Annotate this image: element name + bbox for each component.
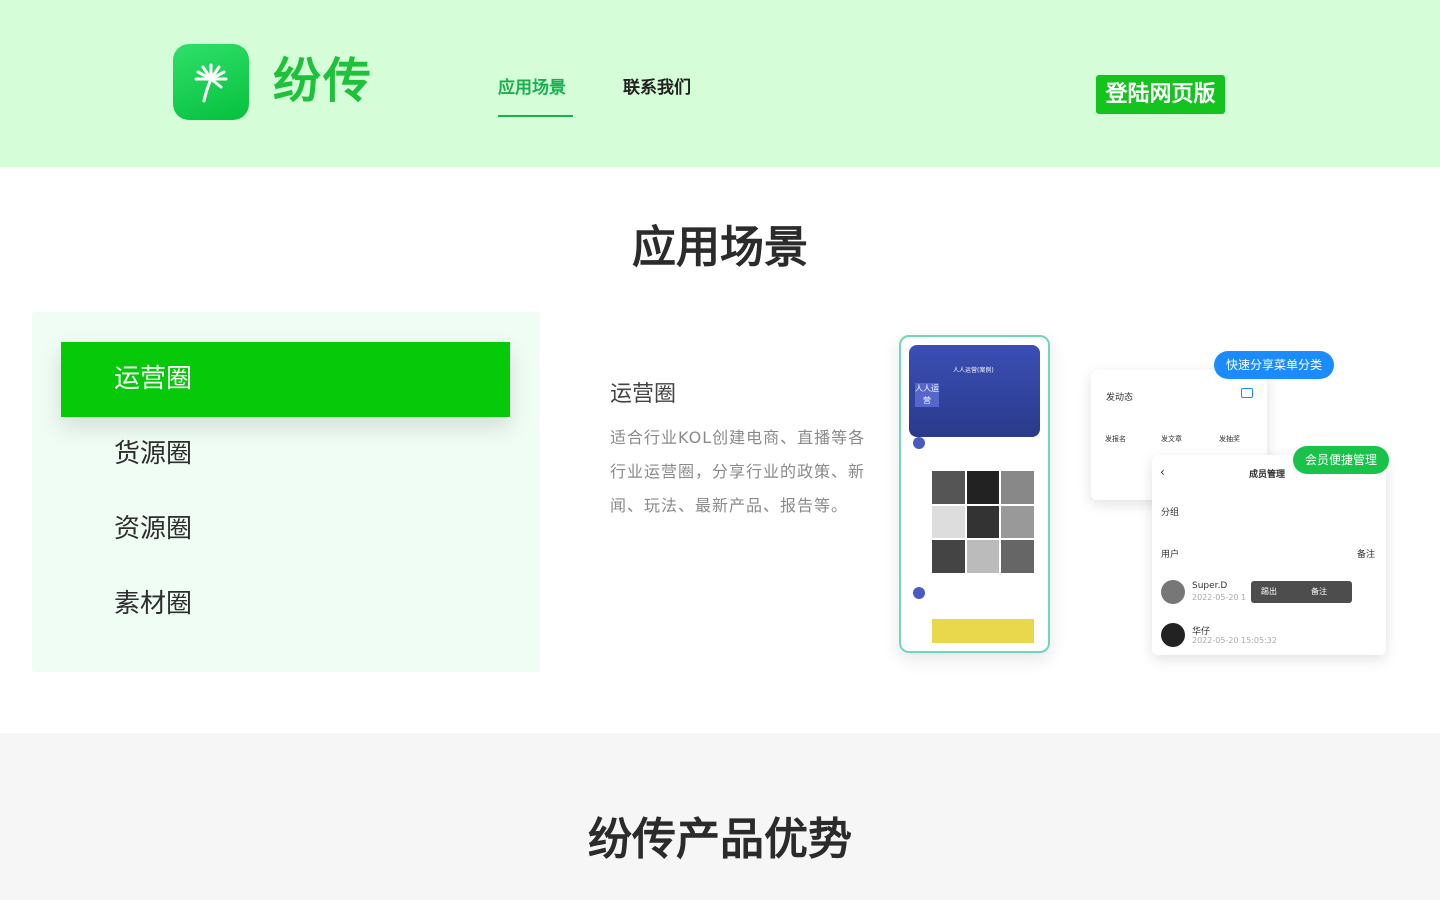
scene-detail-text: 适合行业KOL创建电商、直播等各行业运营圈，分享行业的政策、新闻、玩法、最新产品… <box>610 428 866 515</box>
action-article[interactable]: 发文章 <box>1161 434 1182 444</box>
tab-supply[interactable]: 货源圈 <box>61 417 510 492</box>
member-management-card: ‹ 成员管理 分组 用户 备注 Super.D 2022-05-20 1 踢出 … <box>1152 455 1386 655</box>
tab-materials[interactable]: 素材圈 <box>61 567 510 642</box>
nav-contact[interactable]: 联系我们 <box>623 76 691 100</box>
phone-post-avatar <box>913 437 925 449</box>
phone-mockup: 人人运营(案例) 人人运营 <box>899 335 1050 653</box>
nav-scenes[interactable]: 应用场景 <box>498 76 566 100</box>
remark-label: 备注 <box>1357 550 1376 560</box>
user-time: 2022-05-20 1 <box>1192 593 1247 602</box>
scene-tabs-panel: 运营圈 货源圈 资源圈 素材圈 <box>32 312 540 672</box>
nav-active-underline <box>498 115 573 117</box>
scene-detail-title: 运营圈 <box>610 382 677 407</box>
post-label: 发动态 <box>1106 393 1134 403</box>
group-label[interactable]: 分组 <box>1161 505 1179 518</box>
phone-circle-avatar: 人人运营 <box>915 383 939 407</box>
tab-operations[interactable]: 运营圈 <box>61 342 510 417</box>
member-management-bubble: 会员便捷管理 <box>1293 446 1390 474</box>
dandelion-logo-icon[interactable] <box>173 44 249 120</box>
camera-icon[interactable] <box>1241 388 1253 398</box>
member-title: 成员管理 <box>1249 470 1286 480</box>
back-chevron-icon[interactable]: ‹ <box>1160 465 1165 479</box>
phone-second-post-images <box>932 619 1034 643</box>
site-header: 纷传 应用场景 联系我们 登陆网页版 <box>0 0 1440 167</box>
action-lottery[interactable]: 发抽奖 <box>1219 434 1240 444</box>
user-avatar <box>1161 623 1185 647</box>
user-avatar <box>1161 580 1185 604</box>
user-label: 用户 <box>1161 550 1180 560</box>
kick-button[interactable]: 踢出 <box>1261 586 1277 597</box>
phone-post-avatar-2 <box>913 587 925 599</box>
share-menu-bubble: 快速分享菜单分类 <box>1214 351 1335 379</box>
user-time: 2022-05-20 15:05:32 <box>1192 636 1277 645</box>
action-signup[interactable]: 发报名 <box>1105 434 1126 444</box>
tab-resources[interactable]: 资源圈 <box>61 492 510 567</box>
advantages-title: 纷传产品优势 <box>588 814 852 865</box>
note-button[interactable]: 备注 <box>1311 586 1327 597</box>
user-name: Super.D <box>1192 581 1228 591</box>
brand-name[interactable]: 纷传 <box>273 50 373 112</box>
scenes-title: 应用场景 <box>632 222 808 273</box>
phone-title: 人人运营(案例) <box>953 367 994 374</box>
member-actions-popup: 踢出 备注 <box>1251 581 1352 603</box>
login-web-button[interactable]: 登陆网页版 <box>1096 75 1225 114</box>
scene-illustration: 人人运营(案例) 人人运营 发动态 发报名 发文章 发抽奖 快速分享菜单分类 ‹… <box>880 325 1420 685</box>
phone-image-grid <box>932 471 1034 573</box>
phone-header-banner: 人人运营(案例) 人人运营 <box>909 345 1040 437</box>
